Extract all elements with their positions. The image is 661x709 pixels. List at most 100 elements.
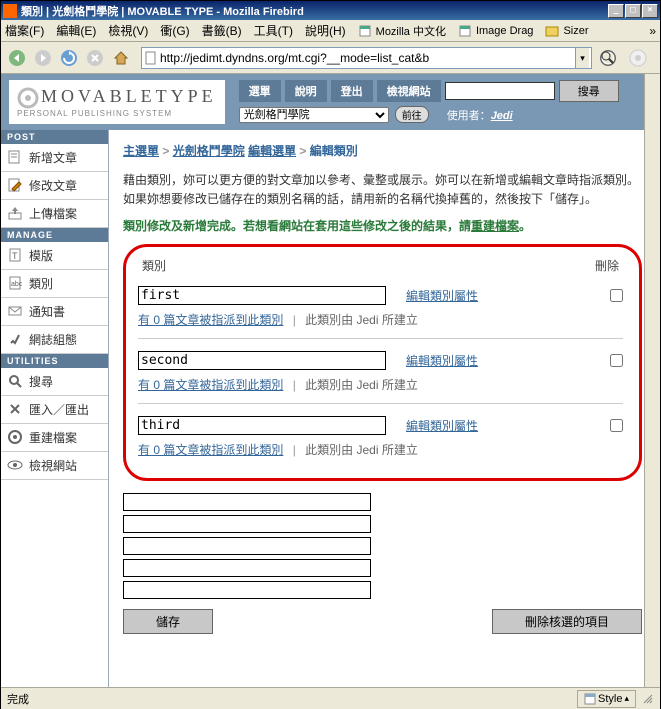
category-row: 編輯類別屬性 有 0 篇文章被指派到此類別 | 此類別由 Jedi 所建立 [138,345,623,410]
col-category: 類別 [142,257,166,274]
breadcrumb-home[interactable]: 主選單 [123,144,159,158]
breadcrumb-blog[interactable]: 光劍格鬥學院 [173,144,245,158]
assigned-entries-link[interactable]: 有 0 篇文章被指派到此類別 [138,313,283,327]
new-category-input[interactable] [123,581,371,599]
reload-button[interactable] [57,46,81,70]
page-content: MOVABLETYPE PERSONAL PUBLISHING SYSTEM 選… [1,74,660,687]
menu-file[interactable]: 檔案(F) [5,22,44,39]
main-body: 主選單 > 光劍格鬥學院 編輯選單 > 編輯類別 藉由類別，妳可以更方便的對文章… [109,130,660,687]
menu-view[interactable]: 檢視(V) [108,22,148,39]
edit-category-link[interactable]: 編輯類別屬性 [406,417,478,434]
created-by-label: 此類別由 Jedi 所建立 [305,313,418,327]
view-site-icon [7,457,23,473]
bookmark-sizer[interactable]: Sizer [545,24,588,38]
rebuild-link[interactable]: 重建檔案 [471,219,519,233]
highlighted-area: 類別 刪除 編輯類別屬性 有 0 篇文章被指派到此類別 | 此類別由 Jedi … [123,244,642,481]
mt-header: MOVABLETYPE PERSONAL PUBLISHING SYSTEM 選… [1,74,660,130]
sidebar-item-config[interactable]: 網誌組態 [1,326,108,354]
new-category-input[interactable] [123,537,371,555]
sidebar-item-upload[interactable]: 上傳檔案 [1,200,108,228]
close-button[interactable]: × [642,4,658,18]
sidebar-item-new-entry[interactable]: 新增文章 [1,144,108,172]
blog-select[interactable]: 光劍格鬥學院 [239,107,389,123]
mt-logo: MOVABLETYPE PERSONAL PUBLISHING SYSTEM [9,80,225,124]
style-icon [584,693,596,705]
new-category-input[interactable] [123,515,371,533]
sidebar-item-categories[interactable]: abc類別 [1,270,108,298]
templates-icon: T [7,247,23,263]
category-name-input[interactable] [138,416,386,435]
menu-tools[interactable]: 工具(T) [254,22,293,39]
delete-selected-button[interactable]: 刪除核選的項目 [492,609,642,634]
page-icon [144,51,158,65]
style-button[interactable]: Style▴ [577,690,636,708]
edit-category-link[interactable]: 編輯類別屬性 [406,287,478,304]
category-name-input[interactable] [138,351,386,370]
new-category-input[interactable] [123,559,371,577]
menu-bookmarks[interactable]: 書籤(B) [202,22,242,39]
delete-checkbox[interactable] [610,419,623,432]
sidebar-item-edit-entry[interactable]: 修改文章 [1,172,108,200]
bookmark-mozilla[interactable]: Mozilla 中文化 [358,23,446,39]
new-entry-icon [7,149,23,165]
svg-text:T: T [12,251,18,261]
import-export-icon [7,401,23,417]
vertical-scrollbar[interactable] [644,74,660,687]
sidebar: POST 新增文章 修改文章 上傳檔案 MANAGE T模版 abc類別 通知書… [1,130,109,687]
status-text: 完成 [7,691,29,707]
tab-logout[interactable]: 登出 [331,80,373,102]
category-name-input[interactable] [138,286,386,305]
delete-checkbox[interactable] [610,289,623,302]
gear-icon [17,87,39,109]
minimize-button[interactable]: _ [608,4,624,18]
notice-text: 類別修改及新增完成。若想看網站在套用這些修改之後的結果，請重建檔案。 [123,217,642,234]
assigned-entries-link[interactable]: 有 0 篇文章被指派到此類別 [138,443,283,457]
tab-menu[interactable]: 選單 [239,80,281,102]
tab-help[interactable]: 說明 [285,80,327,102]
user-link[interactable]: Jedi [491,110,513,122]
menu-help[interactable]: 說明(H) [305,22,346,39]
menu-chevron-icon[interactable]: » [649,24,656,38]
resize-grip-icon[interactable] [642,693,654,705]
nav-toolbar: ▾ [1,42,660,74]
sidebar-item-rebuild[interactable]: 重建檔案 [1,424,108,452]
assigned-entries-link[interactable]: 有 0 篇文章被指派到此類別 [138,378,283,392]
back-button[interactable] [5,46,29,70]
blog-go-button[interactable]: 前往 [395,106,429,123]
go-button[interactable] [598,48,618,68]
delete-checkbox[interactable] [610,354,623,367]
url-bar[interactable]: ▾ [141,47,592,69]
col-delete: 刪除 [595,257,619,274]
menu-bar: 檔案(F) 編輯(E) 檢視(V) 衝(G) 書籤(B) 工具(T) 說明(H)… [1,20,660,42]
breadcrumb-edit[interactable]: 編輯選單 [248,144,296,158]
home-button[interactable] [109,46,133,70]
tab-viewsite[interactable]: 檢視網站 [377,80,441,102]
intro-text: 藉由類別，妳可以更方便的對文章加以參考、彙整或展示。妳可以在新增或編輯文章時指派… [123,171,642,209]
sidebar-item-import-export[interactable]: 匯入／匯出 [1,396,108,424]
forward-button[interactable] [31,46,55,70]
mt-search-button[interactable]: 搜尋 [559,80,619,102]
user-label: 使用者：Jedi [447,107,513,123]
config-icon [7,331,23,347]
url-dropdown-icon[interactable]: ▾ [575,48,589,68]
bookmark-imagedrag[interactable]: Image Drag [458,24,533,38]
new-category-input[interactable] [123,493,371,511]
edit-category-link[interactable]: 編輯類別屬性 [406,352,478,369]
maximize-button[interactable]: □ [625,4,641,18]
sidebar-item-search[interactable]: 搜尋 [1,368,108,396]
edit-entry-icon [7,177,23,193]
sidebar-item-view-site[interactable]: 檢視網站 [1,452,108,480]
stop-button[interactable] [83,46,107,70]
category-row: 編輯類別屬性 有 0 篇文章被指派到此類別 | 此類別由 Jedi 所建立 [138,410,623,464]
app-icon [3,4,17,18]
sidebar-item-templates[interactable]: T模版 [1,242,108,270]
mt-search-input[interactable] [445,82,555,100]
save-button[interactable]: 儲存 [123,609,213,634]
svg-text:abc: abc [11,281,23,288]
menu-edit[interactable]: 編輯(E) [56,22,96,39]
menu-go[interactable]: 衝(G) [160,22,189,39]
window-titlebar: 類別 | 光劍格鬥學院 | MOVABLE TYPE - Mozilla Fir… [1,1,660,20]
status-bar: 完成 Style▴ [1,687,660,709]
sidebar-item-notifications[interactable]: 通知書 [1,298,108,326]
url-input[interactable] [160,51,575,65]
